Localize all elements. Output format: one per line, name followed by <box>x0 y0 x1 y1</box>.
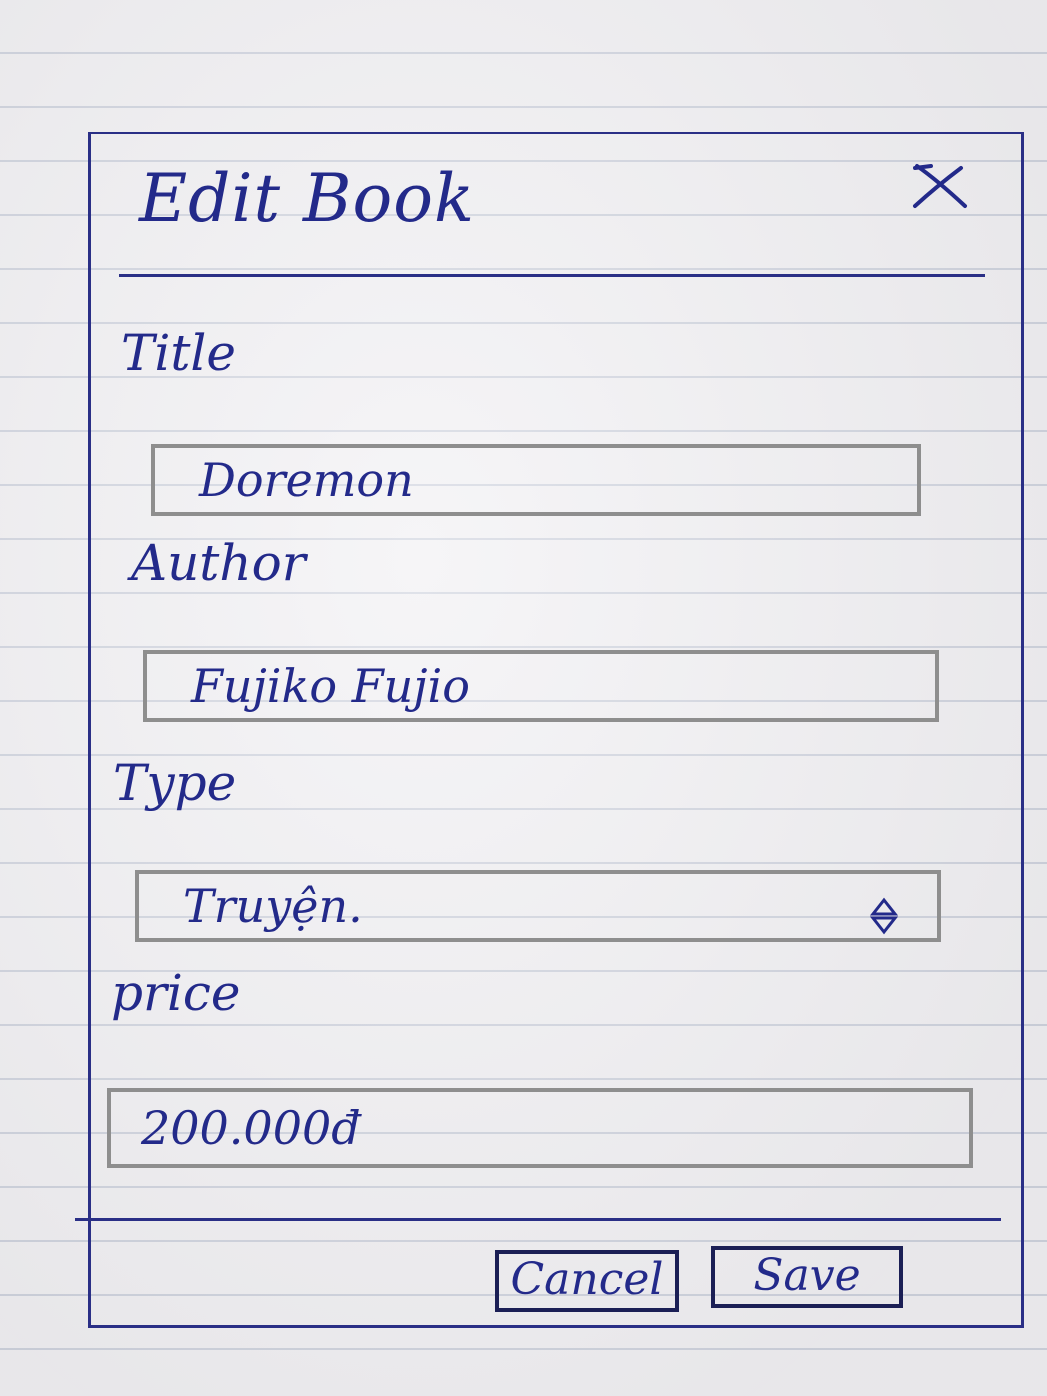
title-input[interactable]: Doremon <box>151 444 921 516</box>
type-select[interactable]: Truyện. <box>135 870 941 942</box>
edit-book-dialog: Edit Book Title Doremon Author Fujiko Fu… <box>75 132 1024 1328</box>
type-label: Type <box>113 754 237 812</box>
dialog-title: Edit Book <box>139 160 476 237</box>
cancel-button[interactable]: Cancel <box>495 1250 679 1312</box>
type-select-value: Truyện. <box>183 879 363 933</box>
header-divider <box>119 274 985 277</box>
title-label: Title <box>121 324 237 382</box>
close-icon <box>913 164 967 208</box>
price-label: price <box>111 964 241 1022</box>
price-input[interactable]: 200.000đ <box>107 1088 973 1168</box>
save-button[interactable]: Save <box>711 1246 903 1308</box>
author-label: Author <box>131 534 306 592</box>
footer-divider <box>75 1218 1001 1221</box>
author-input[interactable]: Fujiko Fujio <box>143 650 939 722</box>
close-button[interactable] <box>907 156 971 220</box>
select-arrows-icon <box>869 888 899 935</box>
